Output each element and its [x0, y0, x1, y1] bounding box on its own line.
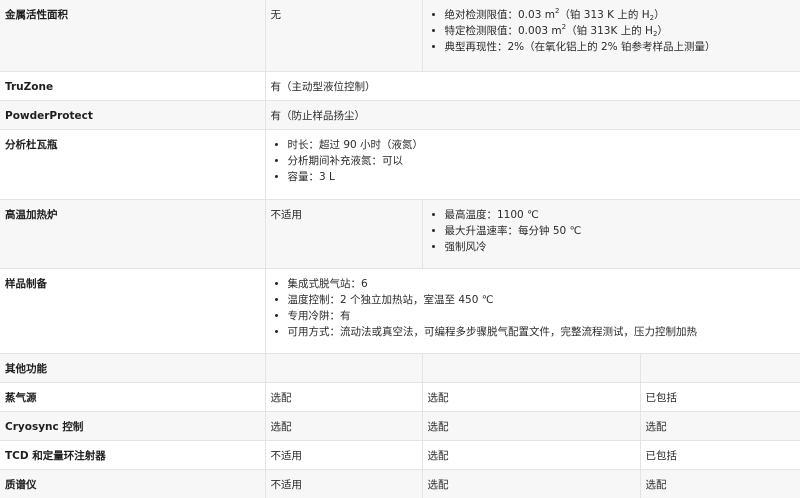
row-label: TruZone	[0, 70, 265, 100]
table-row: Cryosync 控制 选配 选配 选配	[0, 410, 800, 440]
cell-value: 无	[264, 0, 422, 71]
table-row: 样品制备 集成式脱气站：6 温度控制：2 个独立加热站，室温至 450 ℃ 专用…	[0, 267, 800, 353]
cell-value: 选配	[421, 468, 640, 498]
cell-value: 不适用	[264, 468, 422, 498]
row-label: 质谱仪	[0, 468, 265, 498]
cell-list: 集成式脱气站：6 温度控制：2 个独立加热站，室温至 450 ℃ 专用冷阱：有 …	[264, 267, 800, 353]
list-item: 温度控制：2 个独立加热站，室温至 450 ℃	[288, 292, 796, 308]
list-item: 可用方式：流动法或真空法，可编程多步骤脱气配置文件，完整流程测试，压力控制加热	[288, 324, 796, 340]
bullet-list: 绝对检测限值：0.03 m2（铂 313 K 上的 H2） 特定检测限值：0.0…	[428, 7, 796, 55]
cell-value: 不适用	[264, 198, 422, 268]
list-item: 最高温度：1100 ℃	[445, 207, 796, 223]
cell-empty	[264, 352, 422, 382]
cell-value: 选配	[421, 439, 640, 469]
table-row: 其他功能	[0, 352, 800, 382]
cell-value: 不适用	[264, 439, 422, 469]
list-item: 典型再现性：2%（在氧化铝上的 2% 铂参考样品上测量）	[445, 39, 796, 55]
list-item: 时长：超过 90 小时（液氮）	[288, 137, 796, 153]
cell-empty	[421, 352, 640, 382]
row-label: Cryosync 控制	[0, 410, 265, 440]
table-row: TCD 和定量环注射器 不适用 选配 已包括	[0, 439, 800, 469]
table-row: 质谱仪 不适用 选配 选配	[0, 468, 800, 498]
cell-value: 有（防止样品扬尘）	[264, 99, 800, 129]
table-row: 金属活性面积 无 绝对检测限值：0.03 m2（铂 313 K 上的 H2） 特…	[0, 0, 800, 71]
cell-value: 选配	[421, 381, 640, 411]
list-item: 容量：3 L	[288, 169, 796, 185]
list-item: 绝对检测限值：0.03 m2（铂 313 K 上的 H2）	[445, 7, 796, 23]
table-row: 高温加热炉 不适用 最高温度：1100 ℃ 最大升温速率：每分钟 50 ℃ 强制…	[0, 198, 800, 268]
cell-value: 已包括	[639, 439, 800, 469]
row-label: PowderProtect	[0, 99, 265, 129]
row-label: 金属活性面积	[0, 0, 265, 71]
cell-value: 选配	[264, 410, 422, 440]
cell-value: 选配	[639, 468, 800, 498]
row-label: 蒸气源	[0, 381, 265, 411]
row-label: TCD 和定量环注射器	[0, 439, 265, 469]
cell-value: 已包括	[639, 381, 800, 411]
cell-value: 选配	[264, 381, 422, 411]
list-item: 分析期间补充液氮：可以	[288, 153, 796, 169]
list-item: 强制风冷	[445, 239, 796, 255]
table-row: 蒸气源 选配 选配 已包括	[0, 381, 800, 411]
row-label: 其他功能	[0, 352, 265, 382]
table-row: TruZone 有（主动型液位控制）	[0, 70, 800, 100]
cell-empty	[639, 352, 800, 382]
cell-value: 有（主动型液位控制）	[264, 70, 800, 100]
table-row: PowderProtect 有（防止样品扬尘）	[0, 99, 800, 129]
cell-list: 绝对检测限值：0.03 m2（铂 313 K 上的 H2） 特定检测限值：0.0…	[421, 0, 800, 71]
cell-value: 选配	[639, 410, 800, 440]
list-item: 特定检测限值：0.003 m2（铂 313K 上的 H2）	[445, 23, 796, 39]
bullet-list: 时长：超过 90 小时（液氮） 分析期间补充液氮：可以 容量：3 L	[271, 137, 796, 185]
list-item: 专用冷阱：有	[288, 308, 796, 324]
row-label: 分析杜瓦瓶	[0, 128, 265, 199]
bullet-list: 集成式脱气站：6 温度控制：2 个独立加热站，室温至 450 ℃ 专用冷阱：有 …	[271, 276, 796, 340]
row-label: 样品制备	[0, 267, 265, 353]
cell-list: 时长：超过 90 小时（液氮） 分析期间补充液氮：可以 容量：3 L	[264, 128, 800, 199]
cell-value: 选配	[421, 410, 640, 440]
list-item: 最大升温速率：每分钟 50 ℃	[445, 223, 796, 239]
spec-table: 金属活性面积 无 绝对检测限值：0.03 m2（铂 313 K 上的 H2） 特…	[0, 0, 800, 498]
table-row: 分析杜瓦瓶 时长：超过 90 小时（液氮） 分析期间补充液氮：可以 容量：3 L	[0, 128, 800, 199]
row-label: 高温加热炉	[0, 198, 265, 268]
bullet-list: 最高温度：1100 ℃ 最大升温速率：每分钟 50 ℃ 强制风冷	[428, 207, 796, 255]
list-item: 集成式脱气站：6	[288, 276, 796, 292]
cell-list: 最高温度：1100 ℃ 最大升温速率：每分钟 50 ℃ 强制风冷	[421, 198, 800, 268]
